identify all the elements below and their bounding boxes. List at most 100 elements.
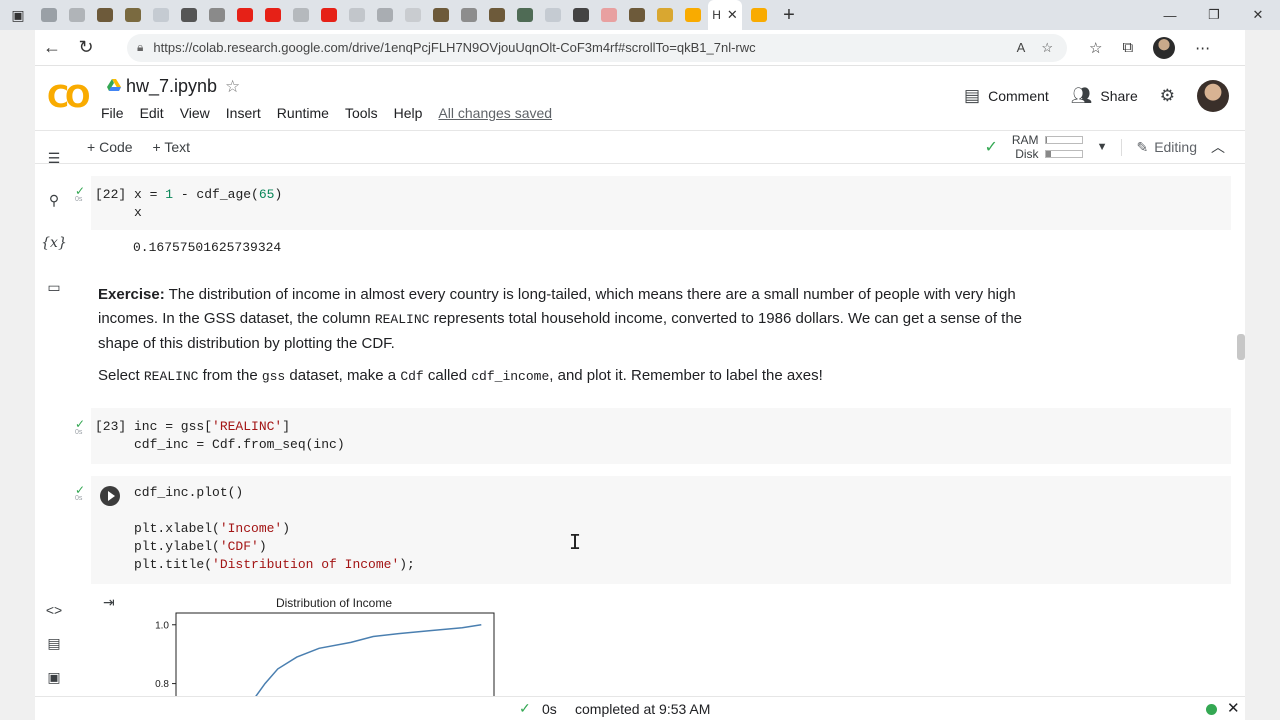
- colab-icon[interactable]: [746, 4, 772, 26]
- collections-icon[interactable]: ⧉: [1122, 39, 1133, 56]
- disk-label: Disk: [1015, 147, 1039, 161]
- code-string: 'Income': [219, 521, 283, 536]
- y-axis-ticks: 1.0 0.8: [155, 620, 176, 690]
- tab-favicon[interactable]: [568, 4, 594, 26]
- collapse-chevron-icon[interactable]: ︿: [1211, 137, 1225, 157]
- code-text: - cdf_age(: [173, 187, 259, 202]
- more-icon[interactable]: ⋯: [1195, 39, 1210, 57]
- tab-favicon[interactable]: [344, 4, 370, 26]
- tab-favicon[interactable]: [288, 4, 314, 26]
- code-editor[interactable]: inc = gss['REALINC'] cdf_inc = Cdf.from_…: [134, 418, 345, 454]
- url-box[interactable]: 🔒︎ https://colab.research.google.com/dri…: [127, 33, 1067, 62]
- cell-output: 0.16757501625739324: [133, 240, 282, 255]
- close-status-icon[interactable]: ✕: [1227, 699, 1240, 717]
- output-menu-icon[interactable]: ⇥: [103, 594, 115, 611]
- tab-favicon[interactable]: [512, 4, 538, 26]
- notebook-title[interactable]: hw_7.ipynb: [126, 76, 217, 97]
- code-editor[interactable]: cdf_inc.plot() plt.xlabel('Income') plt.…: [134, 484, 415, 574]
- code-number: 1: [165, 187, 174, 202]
- menu-insert[interactable]: Insert: [226, 105, 261, 121]
- code-text: ]: [282, 419, 291, 434]
- star-icon[interactable]: ☆: [225, 77, 240, 97]
- code-text: cdf_inc = Cdf.from_seq(inc): [134, 437, 345, 452]
- tab-favicon[interactable]: [540, 4, 566, 26]
- menu-tools[interactable]: Tools: [345, 105, 378, 121]
- connected-dot-icon: [1206, 704, 1217, 715]
- tab-favicon[interactable]: [456, 4, 482, 26]
- editing-mode-button[interactable]: ✎ Editing: [1121, 138, 1197, 156]
- tab-favicon[interactable]: [36, 4, 62, 26]
- youtube-icon[interactable]: [316, 4, 342, 26]
- left-sidebar: ☰ ⚲ {x} ▭ <> ▤ ▣: [35, 130, 71, 696]
- user-avatar[interactable]: [1197, 80, 1229, 112]
- tab-favicon[interactable]: [624, 4, 650, 26]
- save-status[interactable]: All changes saved: [438, 105, 552, 121]
- window-menu-icon[interactable]: ▣: [0, 0, 36, 30]
- tab-favicon[interactable]: [120, 4, 146, 26]
- back-icon[interactable]: ←: [35, 31, 69, 65]
- code-cell[interactable]: cdf_inc.plot() plt.xlabel('Income') plt.…: [91, 476, 1231, 584]
- tab-favicon[interactable]: [148, 4, 174, 26]
- new-tab-button[interactable]: +: [772, 0, 806, 30]
- add-code-button[interactable]: + Code: [87, 139, 133, 155]
- tab-favicon[interactable]: [596, 4, 622, 26]
- profile-avatar[interactable]: [1153, 36, 1176, 59]
- comment-button[interactable]: ▤ Comment: [964, 86, 1049, 106]
- terminal-icon[interactable]: ▣: [44, 667, 64, 687]
- menu-help[interactable]: Help: [394, 105, 423, 121]
- command-palette-icon[interactable]: ▤: [44, 633, 64, 653]
- inline-code: REALINC: [374, 312, 430, 327]
- read-aloud-icon[interactable]: A: [1017, 40, 1026, 56]
- disk-bar-fill: [1045, 151, 1051, 157]
- dropdown-icon[interactable]: ▼: [1097, 141, 1108, 153]
- colab-icon[interactable]: [680, 4, 706, 26]
- search-icon[interactable]: ⚲: [44, 190, 64, 210]
- colab-logo[interactable]: CO: [47, 80, 90, 115]
- income-cdf-chart: Distribution of Income 1.0 0.8: [155, 596, 495, 696]
- text-cell[interactable]: Exercise: The distribution of income in …: [98, 283, 1038, 389]
- resource-monitor[interactable]: RAM Disk: [1012, 133, 1083, 161]
- code-snippets-icon[interactable]: <>: [44, 600, 64, 620]
- tab-favicon[interactable]: [484, 4, 510, 26]
- scrollbar-thumb[interactable]: [1237, 334, 1245, 360]
- add-text-button[interactable]: + Text: [153, 139, 191, 155]
- colab-icon[interactable]: [652, 4, 678, 26]
- active-tab[interactable]: H ✕: [708, 0, 742, 30]
- code-cell[interactable]: [23] inc = gss['REALINC'] cdf_inc = Cdf.…: [91, 408, 1231, 464]
- cdf-line: [255, 624, 482, 696]
- menu-runtime[interactable]: Runtime: [277, 105, 329, 121]
- tab-favicon[interactable]: [176, 4, 202, 26]
- restore-icon[interactable]: ❐: [1192, 0, 1236, 30]
- table-of-contents-icon[interactable]: ☰: [44, 148, 64, 168]
- run-cell-button[interactable]: [100, 486, 120, 506]
- menu-file[interactable]: File: [101, 105, 124, 121]
- tab-favicon[interactable]: [204, 4, 230, 26]
- tab-favicon[interactable]: [400, 4, 426, 26]
- lock-icon[interactable]: 🔒︎: [137, 40, 143, 55]
- share-button[interactable]: 👥︎ Share: [1071, 86, 1138, 106]
- minimize-icon[interactable]: —: [1148, 0, 1192, 30]
- code-text: ): [258, 539, 267, 554]
- comment-label: Comment: [988, 88, 1049, 104]
- youtube-icon[interactable]: [232, 4, 258, 26]
- close-tab-icon[interactable]: ✕: [727, 7, 738, 23]
- favorite-add-icon[interactable]: ☆: [1041, 40, 1053, 56]
- youtube-icon[interactable]: [260, 4, 286, 26]
- code-cell[interactable]: [22] x = 1 - cdf_age(65) x: [91, 176, 1231, 230]
- status-duration: 0s: [542, 701, 557, 717]
- menu-view[interactable]: View: [180, 105, 210, 121]
- tab-favicon[interactable]: [64, 4, 90, 26]
- variables-icon[interactable]: {x}: [41, 233, 67, 253]
- tab-favicon[interactable]: [372, 4, 398, 26]
- reload-icon[interactable]: ↻: [69, 31, 103, 65]
- menu-edit[interactable]: Edit: [140, 105, 164, 121]
- tab-favicon[interactable]: [92, 4, 118, 26]
- close-window-icon[interactable]: ✕: [1236, 0, 1280, 30]
- add-text-label: Text: [164, 139, 191, 155]
- tab-favicon[interactable]: [428, 4, 454, 26]
- gear-icon[interactable]: ⚙: [1160, 86, 1175, 106]
- folder-icon[interactable]: ▭: [44, 277, 64, 297]
- code-editor[interactable]: x = 1 - cdf_age(65) x: [134, 186, 282, 222]
- code-text: x: [134, 205, 142, 220]
- favorites-icon[interactable]: ☆: [1089, 39, 1102, 57]
